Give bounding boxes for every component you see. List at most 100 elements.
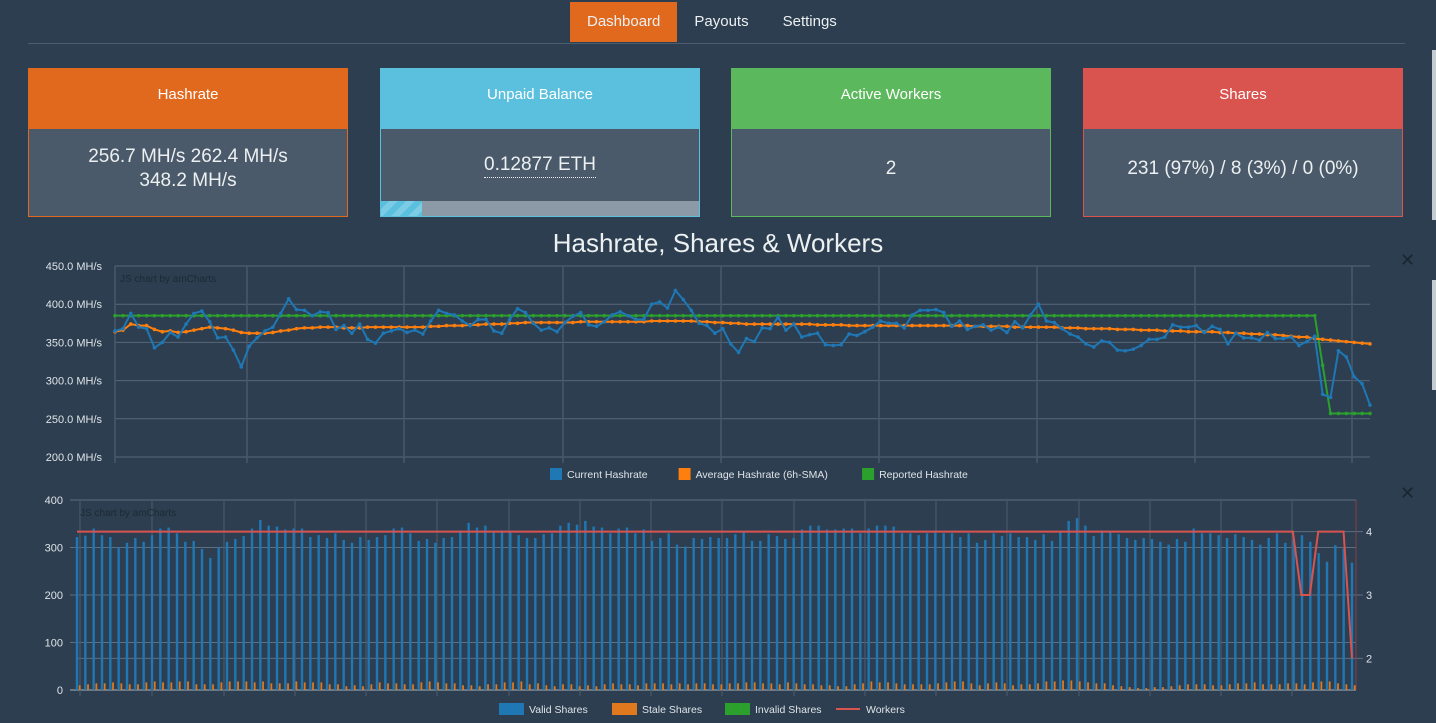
legend-swatch (499, 703, 524, 715)
data-point (634, 313, 638, 318)
data-point (152, 345, 157, 350)
stale-shares-bar (1020, 684, 1023, 690)
valid-shares-bar (1067, 520, 1070, 690)
data-point (1368, 411, 1372, 416)
stale-shares-bar (1320, 681, 1323, 690)
valid-shares-bar (167, 527, 170, 690)
valid-shares-bar (1134, 539, 1137, 690)
stale-shares-bar (553, 686, 556, 690)
valid-shares-bar (1109, 532, 1112, 690)
valid-shares-bar (500, 530, 504, 690)
valid-shares-bar (717, 538, 720, 690)
tab-settings[interactable]: Settings (766, 2, 854, 42)
stale-shares-bar (270, 683, 273, 690)
active-workers-value: 2 (885, 158, 897, 179)
tab-dashboard[interactable]: Dashboard (570, 2, 678, 42)
data-point (1162, 329, 1167, 333)
unpaid-balance-value[interactable]: 0.12877 ETH (484, 153, 596, 178)
stale-shares-bar (262, 681, 264, 690)
data-point (981, 313, 986, 318)
data-point (1320, 337, 1325, 342)
stale-shares-bar (1262, 684, 1264, 690)
valid-shares-bar (92, 528, 95, 690)
data-point (1218, 327, 1222, 332)
data-point (689, 319, 693, 323)
valid-shares-bar (1217, 535, 1220, 690)
valid-shares-bar (84, 535, 87, 690)
data-point (1178, 325, 1183, 329)
data-point (973, 313, 978, 318)
data-point (1352, 374, 1357, 379)
stale-shares-bar (162, 682, 164, 690)
stale-shares-bar (1187, 684, 1189, 690)
data-point (870, 313, 875, 318)
data-point (405, 330, 409, 335)
data-point (855, 333, 859, 338)
data-point (957, 319, 962, 323)
valid-shares-bar (825, 529, 829, 690)
data-point (168, 330, 173, 335)
data-point (973, 324, 978, 329)
data-point (760, 313, 765, 318)
close-icon[interactable]: ✕ (1400, 250, 1415, 271)
valid-shares-bar (1325, 561, 1329, 690)
data-point (1155, 328, 1159, 332)
data-point (910, 313, 915, 317)
valid-shares-bar (550, 533, 554, 690)
data-point (192, 328, 196, 332)
stale-shares-bar (178, 681, 181, 690)
data-point (965, 313, 970, 318)
stale-shares-bar (1245, 683, 1248, 690)
hashrate-chart: 200.0 MH/s 250.0 MH/s 300.0 MH/s 350.0 MH/s… (46, 261, 1372, 481)
stale-shares-bar (645, 683, 648, 690)
valid-shares-bar (1034, 539, 1037, 690)
close-icon[interactable]: ✕ (1400, 483, 1415, 504)
data-point (744, 336, 749, 341)
stale-shares-bar (128, 684, 131, 690)
data-point (1013, 319, 1017, 324)
data-point (1115, 327, 1120, 332)
data-point (863, 323, 867, 328)
valid-shares-bar (734, 534, 737, 690)
valid-shares-bar (392, 528, 395, 690)
stale-shares-bar (78, 685, 81, 690)
stale-shares-bar (370, 684, 373, 690)
data-point (1202, 313, 1207, 318)
data-point (1178, 329, 1183, 333)
data-point (1312, 313, 1317, 318)
stale-shares-bar (853, 684, 856, 690)
data-point (310, 313, 315, 318)
data-point (539, 320, 544, 325)
data-point (855, 313, 859, 318)
tab-payouts[interactable]: Payouts (677, 2, 765, 42)
data-point (1226, 342, 1230, 346)
data-point (373, 325, 378, 329)
data-point (373, 313, 378, 318)
stale-shares-bar (987, 683, 989, 690)
data-point (673, 313, 678, 318)
data-point (436, 313, 441, 318)
data-point (626, 319, 630, 324)
valid-shares-bar (334, 533, 337, 690)
data-point (389, 329, 394, 333)
page-edge-text-fragment (1432, 50, 1436, 220)
stale-shares-bar (1303, 684, 1306, 690)
data-point (492, 313, 496, 318)
valid-shares-bar (267, 525, 270, 690)
data-point (1139, 328, 1143, 332)
data-point (1162, 313, 1167, 318)
valid-shares-bar (850, 528, 854, 690)
valid-shares-bar (417, 540, 420, 690)
data-point (1194, 323, 1199, 328)
data-point (247, 331, 251, 336)
data-point (239, 313, 244, 318)
valid-shares-bar (884, 525, 887, 690)
data-point (144, 326, 149, 331)
valid-shares-bar (425, 538, 429, 690)
data-point (926, 323, 930, 328)
data-point (176, 313, 180, 318)
y-tick-label: 350.0 MH/s (46, 337, 103, 349)
data-point (886, 313, 891, 318)
valid-shares-bar (842, 528, 845, 690)
data-point (460, 319, 465, 323)
